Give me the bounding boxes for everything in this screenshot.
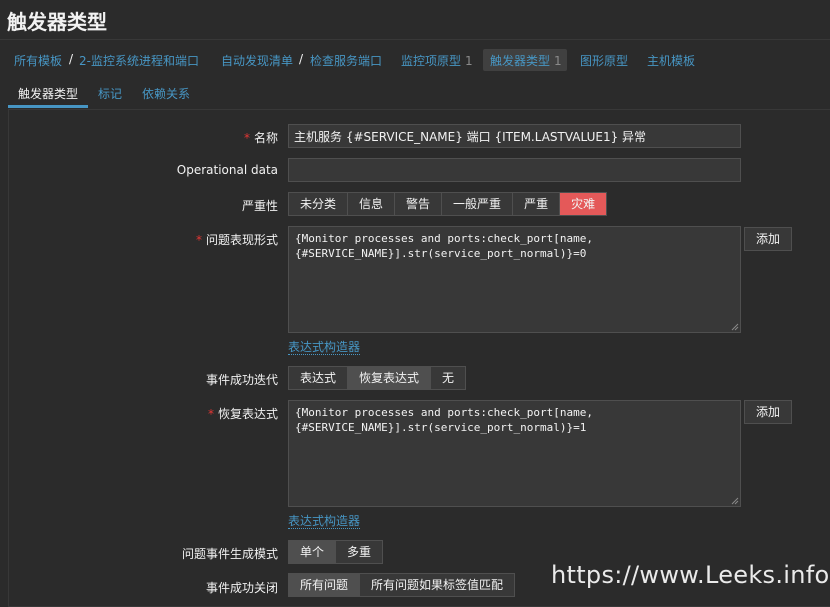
- problem-event-mode-label: 问题事件生成模式: [181, 547, 278, 561]
- breadcrumb-item-discovery-rule[interactable]: 检查服务端口: [310, 52, 382, 69]
- severity-average[interactable]: 一般严重: [442, 193, 514, 215]
- tab-bar: 触发器类型 标记 依赖关系: [8, 78, 830, 108]
- tab-tags[interactable]: 标记: [98, 85, 122, 102]
- breadcrumb-item-item-prototypes[interactable]: 监控项原型 1: [401, 52, 473, 69]
- ok-event-closes-tag-match[interactable]: 所有问题如果标签值匹配: [360, 574, 515, 596]
- recovery-expression-builder-link[interactable]: 表达式构造器: [288, 514, 361, 529]
- ok-event-closes-all[interactable]: 所有问题: [289, 574, 361, 596]
- resize-grip-icon[interactable]: [730, 322, 739, 331]
- resize-grip-icon[interactable]: [730, 496, 739, 505]
- recovery-expression-label: * 恢复表达式: [207, 407, 278, 421]
- ok-event-recovery-expression-option[interactable]: 恢复表达式: [348, 367, 432, 389]
- severity-label: 严重性: [241, 199, 278, 213]
- breadcrumb-item-all-templates[interactable]: 所有模板: [14, 52, 62, 69]
- severity-warning[interactable]: 警告: [395, 193, 443, 215]
- problem-expression-line-1: {Monitor processes and ports:check_port[…: [295, 232, 594, 245]
- trigger-prototypes-count: 1: [554, 54, 562, 68]
- tab-trigger-prototype[interactable]: 触发器类型: [18, 85, 78, 102]
- recovery-expression-line-1: {Monitor processes and ports:check_port[…: [295, 406, 594, 419]
- page-title: 触发器类型: [7, 10, 107, 34]
- operational-data-label: Operational data: [176, 163, 278, 177]
- ok-event-closes-label: 事件成功关闭: [205, 581, 278, 595]
- problem-event-mode-selector: 单个 多重: [288, 540, 384, 564]
- tab-dependencies[interactable]: 依赖关系: [142, 85, 190, 102]
- severity-not-classified[interactable]: 未分类: [289, 193, 349, 215]
- item-prototypes-count: 1: [465, 54, 473, 68]
- recovery-expression-line-2: {#SERVICE_NAME}].str(service_port_normal…: [295, 421, 587, 434]
- severity-high[interactable]: 严重: [513, 193, 561, 215]
- watermark: https://www.Leeks.info: [551, 561, 830, 589]
- problem-expression-label: * 问题表现形式: [195, 233, 278, 247]
- problem-expression-add-button[interactable]: 添加: [744, 227, 792, 251]
- problem-expression-line-2: {#SERVICE_NAME}].str(service_port_normal…: [295, 247, 587, 260]
- required-mark: *: [243, 131, 250, 145]
- breadcrumb-item-graph-prototypes[interactable]: 图形原型: [580, 52, 628, 69]
- ok-event-expression-option[interactable]: 表达式: [289, 367, 349, 389]
- name-input[interactable]: [288, 124, 741, 148]
- severity-disaster[interactable]: 灾难: [560, 193, 607, 215]
- form-panel: [8, 109, 830, 607]
- breadcrumb-item-trigger-prototypes[interactable]: 触发器类型 1: [490, 52, 562, 69]
- ok-event-generation-selector: 表达式 恢复表达式 无: [288, 366, 467, 390]
- ok-event-generation-label: 事件成功迭代: [205, 373, 278, 387]
- problem-event-mode-single[interactable]: 单个: [289, 541, 337, 563]
- recovery-expression-textarea[interactable]: {Monitor processes and ports:check_port[…: [288, 400, 741, 507]
- required-mark: *: [207, 407, 214, 421]
- problem-expression-textarea[interactable]: {Monitor processes and ports:check_port[…: [288, 226, 741, 333]
- problem-expression-builder-link[interactable]: 表达式构造器: [288, 340, 361, 355]
- recovery-expression-add-button[interactable]: 添加: [744, 400, 792, 424]
- breadcrumb-separator: /: [299, 52, 304, 66]
- tab-active-underline: [8, 105, 88, 108]
- ok-event-none-option[interactable]: 无: [431, 367, 466, 389]
- operational-data-input[interactable]: [288, 158, 741, 182]
- name-label: * 名称: [243, 131, 278, 145]
- breadcrumb-item-discovery-list[interactable]: 自动发现清单: [221, 52, 293, 69]
- breadcrumb-separator: /: [69, 52, 74, 66]
- ok-event-closes-selector: 所有问题 所有问题如果标签值匹配: [288, 573, 516, 597]
- required-mark: *: [195, 233, 202, 247]
- problem-event-mode-multiple[interactable]: 多重: [336, 541, 383, 563]
- severity-selector: 未分类 信息 警告 一般严重 严重 灾难: [288, 192, 608, 216]
- breadcrumb-item-template[interactable]: 2-监控系统进程和端口: [79, 52, 199, 69]
- breadcrumb-item-host-prototypes[interactable]: 主机模板: [647, 52, 695, 69]
- severity-information[interactable]: 信息: [348, 193, 396, 215]
